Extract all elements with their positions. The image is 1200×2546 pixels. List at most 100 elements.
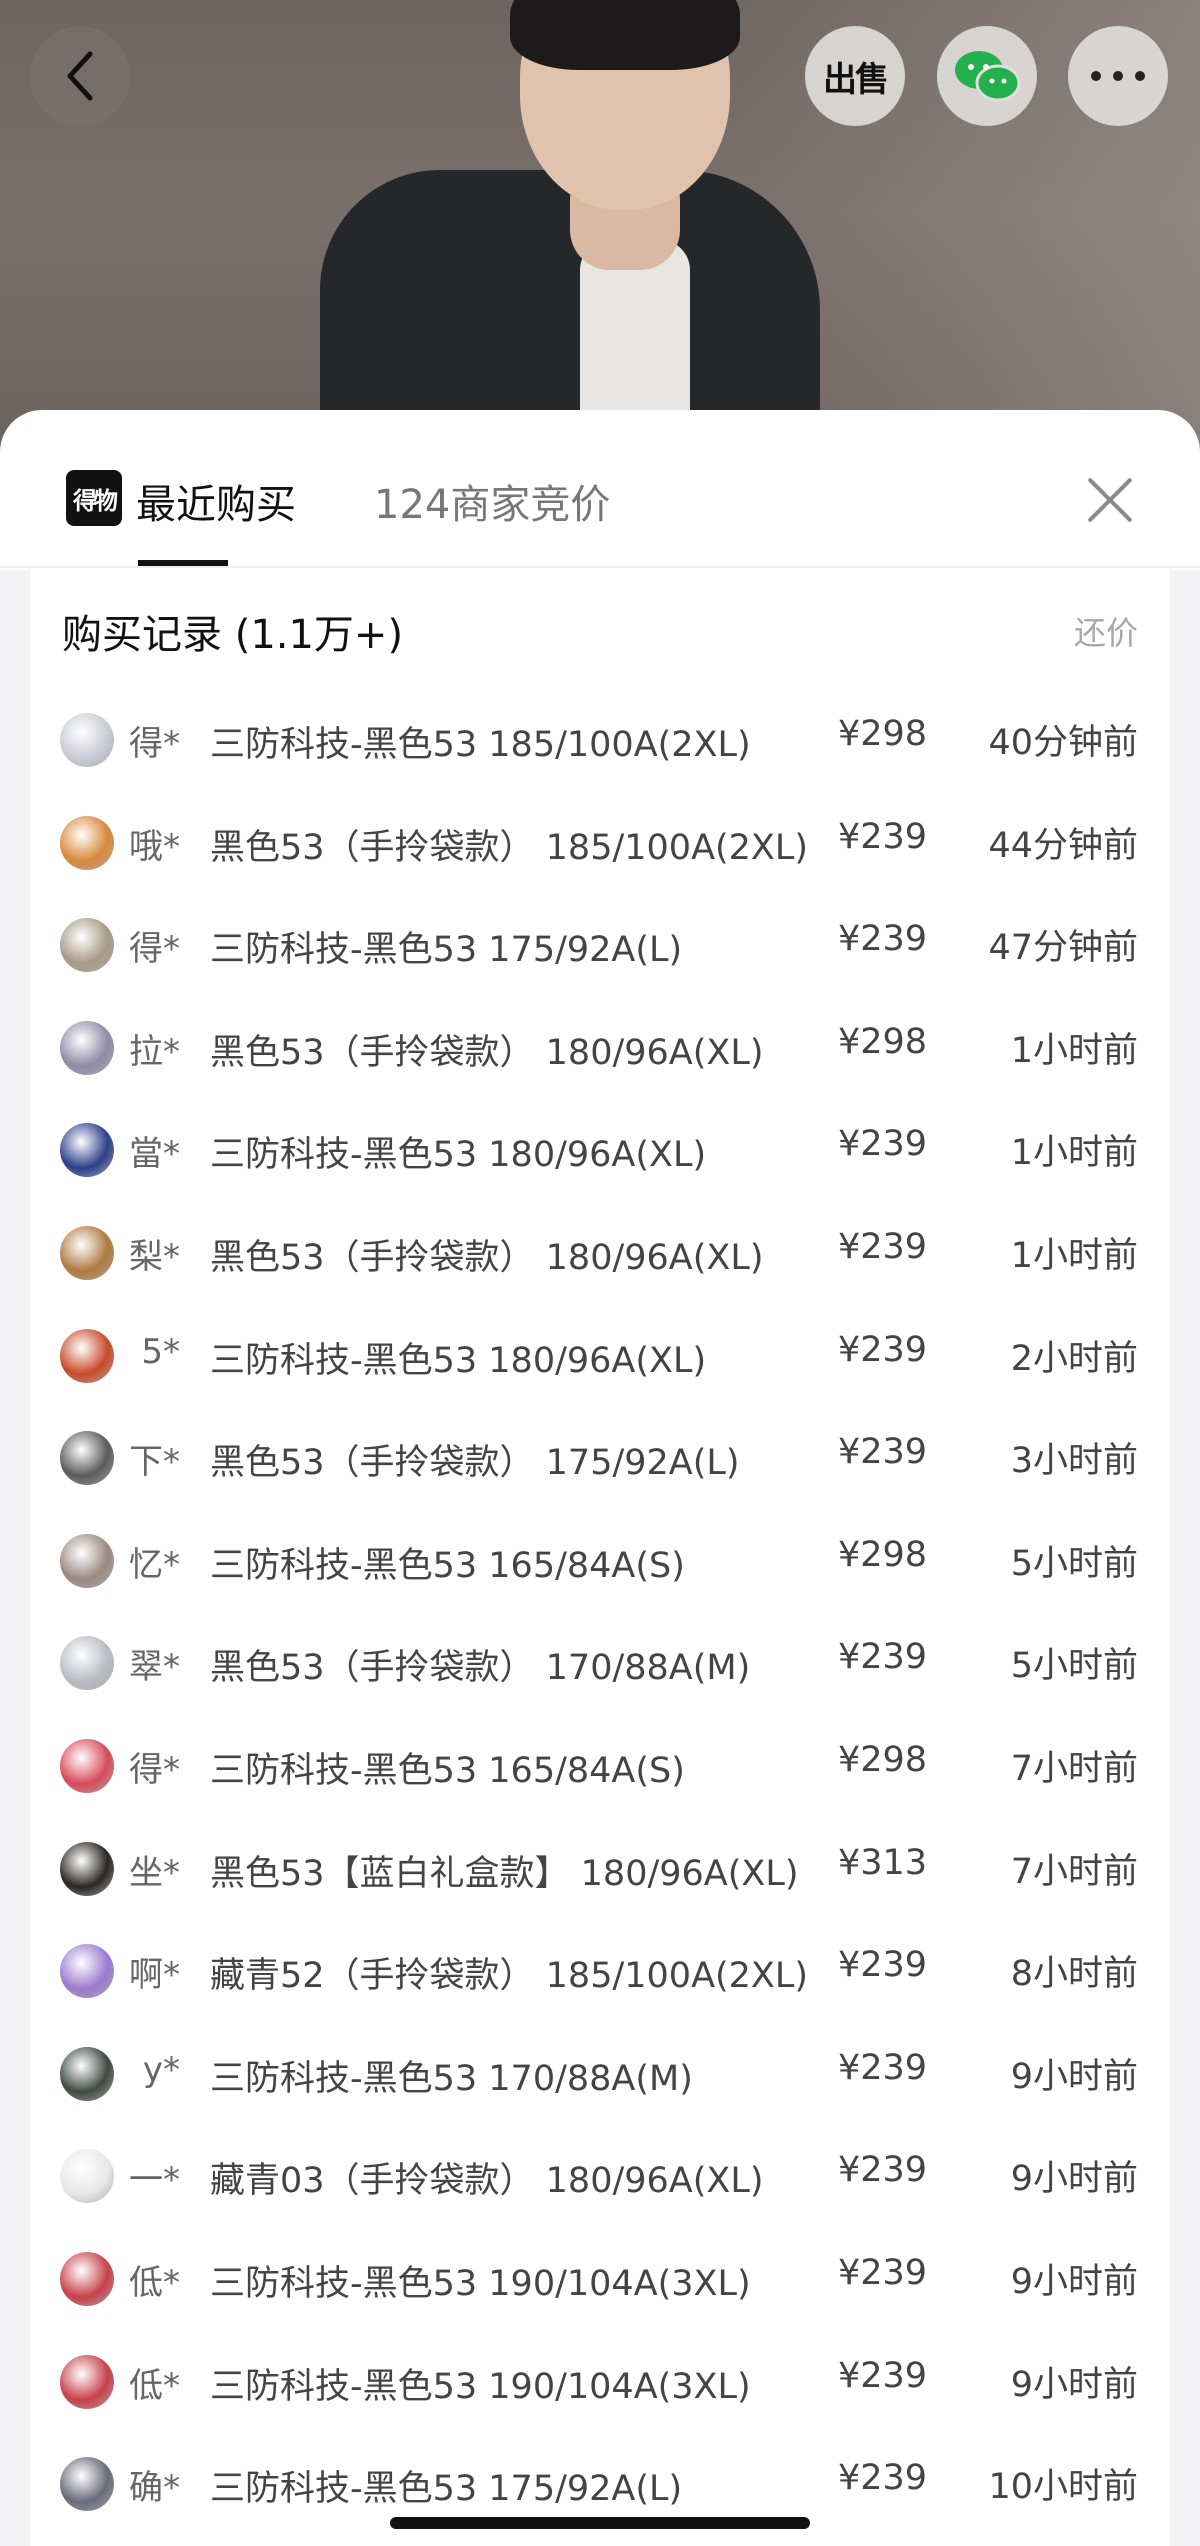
avatar: [60, 1020, 114, 1075]
counter-offer-button[interactable]: 还价: [1074, 608, 1138, 654]
price: ¥298: [838, 1534, 928, 1575]
username: 得*: [129, 724, 180, 764]
username: 啊*: [129, 1955, 180, 1996]
product-name: 三防科技-黑色53 190/104A(3XL): [210, 2366, 751, 2407]
price: ¥239: [838, 2458, 928, 2499]
price: ¥239: [838, 1432, 928, 1473]
purchase-time: 5小时前: [1010, 1543, 1138, 1584]
purchase-time: 7小时前: [1010, 1749, 1138, 1789]
purchase-row: 拉* 黑色53（手拎袋款） 180/96A(XL) ¥298 1小时前: [30, 998, 1170, 1100]
sell-label: 出售: [823, 59, 889, 100]
purchase-time: 9小时前: [1010, 2056, 1138, 2097]
product-name: 三防科技-黑色53 170/88A(M): [210, 2058, 693, 2099]
price: ¥298: [838, 714, 928, 754]
sheet-header: 得物 最近购买 124商家竞价: [0, 410, 1200, 568]
price: ¥239: [838, 1945, 928, 1986]
purchase-row: y* 三防科技-黑色53 170/88A(M) ¥239 9小时前: [30, 2024, 1170, 2126]
purchase-time: 9小时前: [1010, 2364, 1138, 2405]
purchase-time: 1小时前: [1010, 1236, 1138, 1276]
model-photo: [320, 0, 820, 470]
purchase-row: 5* 三防科技-黑色53 180/96A(XL) ¥239 2小时前: [30, 1306, 1170, 1408]
purchase-row: 哦* 黑色53（手拎袋款） 185/100A(2XL) ¥239 44分钟前: [30, 793, 1170, 895]
avatar: [60, 1123, 114, 1178]
purchase-row: 當* 三防科技-黑色53 180/96A(XL) ¥239 1小时前: [30, 1100, 1170, 1202]
purchase-time: 3小时前: [1010, 1441, 1138, 1482]
more-dots-icon: [1091, 71, 1145, 81]
model-hair: [510, 0, 740, 70]
avatar: [60, 1636, 114, 1691]
price: ¥239: [838, 816, 928, 857]
purchase-records-card: 购买记录 (1.1万+) 还价 得* 三防科技-黑色53 185/100A(2XL…: [30, 570, 1170, 2546]
avatar: [60, 1226, 114, 1280]
product-name: 三防科技-黑色53 180/96A(XL): [210, 1340, 707, 1381]
username: 确*: [129, 2468, 180, 2509]
purchase-row: 一* 藏青03（手拎袋款） 180/96A(XL) ¥239 9小时前: [30, 2126, 1170, 2228]
close-icon[interactable]: [1085, 475, 1135, 525]
recent-purchases-sheet: 得物 最近购买 124商家竞价 购买记录 (1.1万+) 还价 得* 三防科技-黑…: [0, 410, 1200, 2546]
username: 低*: [129, 2365, 180, 2406]
price: ¥239: [838, 2253, 928, 2293]
username: 忆*: [129, 1544, 180, 1585]
more-options-button[interactable]: [1068, 26, 1168, 126]
avatar: [60, 815, 114, 870]
tab-recent-purchases[interactable]: 最近购买: [136, 472, 296, 530]
avatar: [60, 2457, 114, 2512]
product-name: 黑色53（手拎袋款） 180/96A(XL): [210, 1032, 764, 1073]
avatar: [60, 2046, 114, 2101]
avatar: [60, 2252, 114, 2306]
avatar: [60, 1533, 114, 1588]
purchase-row: 翠* 黑色53（手拎袋款） 170/88A(M) ¥239 5小时前: [30, 1613, 1170, 1715]
tab-merchant-bids[interactable]: 124商家竞价: [374, 472, 610, 530]
purchase-time: 1小时前: [1010, 1030, 1138, 1071]
product-name: 三防科技-黑色53 175/92A(L): [210, 2469, 683, 2510]
price: ¥239: [838, 2355, 928, 2396]
home-indicator[interactable]: [390, 2517, 810, 2529]
username: 得*: [129, 1750, 180, 1790]
avatar: [60, 1944, 114, 1999]
price: ¥239: [838, 1329, 928, 1370]
username: 坐*: [129, 1852, 180, 1893]
purchase-time: 1小时前: [1010, 1133, 1138, 1174]
purchase-row: 低* 三防科技-黑色53 190/104A(3XL) ¥239 9小时前: [30, 2229, 1170, 2331]
price: ¥239: [838, 919, 928, 960]
price: ¥239: [838, 2047, 928, 2088]
sell-button[interactable]: 出售: [805, 26, 905, 126]
product-name: 黑色53（手拎袋款） 185/100A(2XL): [210, 827, 809, 868]
purchase-row: 梨* 黑色53（手拎袋款） 180/96A(XL) ¥239 1小时前: [30, 1203, 1170, 1305]
username: 得*: [129, 929, 180, 970]
product-name: 三防科技-黑色53 175/92A(L): [210, 930, 683, 971]
purchase-time: 2小时前: [1010, 1338, 1138, 1379]
active-tab-indicator: [138, 560, 228, 566]
username: y*: [142, 2049, 180, 2090]
avatar: [60, 2354, 114, 2409]
purchase-row: 得* 三防科技-黑色53 175/92A(L) ¥239 47分钟前: [30, 895, 1170, 997]
product-name: 黑色53（手拎袋款） 175/92A(L): [210, 1443, 740, 1484]
avatar: [60, 1431, 114, 1486]
product-name: 三防科技-黑色53 165/84A(S): [210, 1751, 685, 1791]
back-button[interactable]: [30, 26, 130, 126]
purchase-time: 5小时前: [1010, 1646, 1138, 1687]
avatar: [60, 1328, 114, 1383]
avatar: [60, 2149, 114, 2204]
product-name: 黑色53（手拎袋款） 170/88A(M): [210, 1648, 751, 1689]
product-name: 三防科技-黑色53 165/84A(S): [210, 1545, 685, 1586]
product-name: 三防科技-黑色53 185/100A(2XL): [210, 725, 751, 765]
price: ¥239: [838, 1637, 928, 1678]
purchase-row: 下* 黑色53（手拎袋款） 175/92A(L) ¥239 3小时前: [30, 1408, 1170, 1510]
purchase-row: 得* 三防科技-黑色53 185/100A(2XL) ¥298 40分钟前: [30, 690, 1170, 792]
product-name: 藏青52（手拎袋款） 185/100A(2XL): [210, 1956, 809, 1997]
purchase-time: 8小时前: [1010, 1954, 1138, 1995]
price: ¥239: [838, 1124, 928, 1165]
price: ¥298: [838, 1021, 928, 1062]
price: ¥313: [838, 1842, 928, 1883]
chevron-left-icon: [67, 51, 93, 101]
username: 拉*: [129, 1031, 180, 1072]
price: ¥239: [838, 2150, 928, 2191]
wechat-share-button[interactable]: [937, 26, 1037, 126]
username: 當*: [129, 1134, 180, 1175]
username: 哦*: [129, 826, 180, 867]
product-name: 三防科技-黑色53 180/96A(XL): [210, 1135, 707, 1176]
records-title: 购买记录 (1.1万+): [62, 612, 404, 658]
avatar: [60, 918, 114, 973]
purchase-time: 44分钟前: [988, 825, 1138, 866]
